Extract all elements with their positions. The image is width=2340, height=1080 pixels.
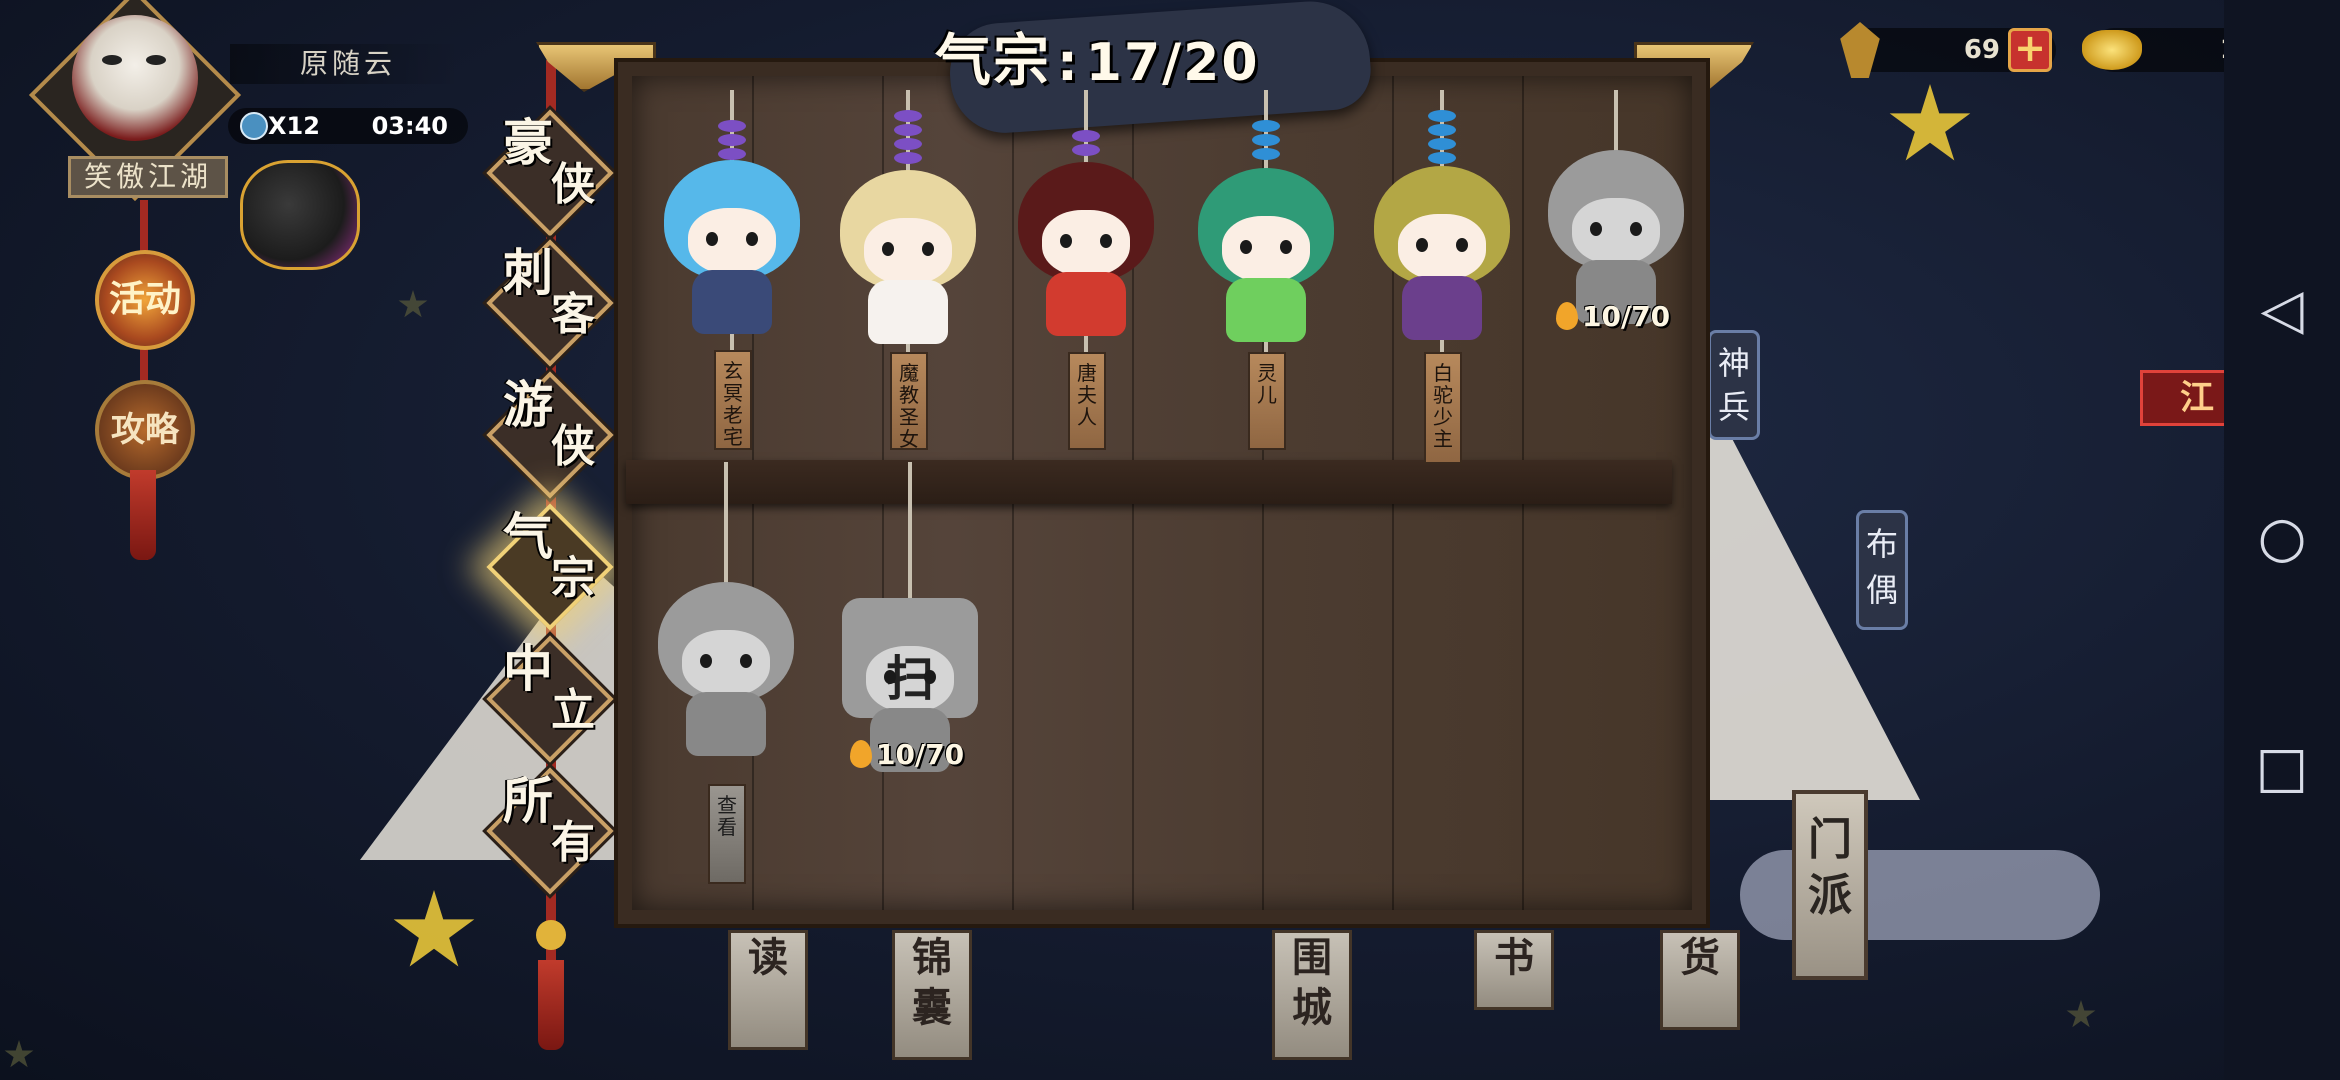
add-leaf-button[interactable]: +: [2008, 28, 2052, 72]
figure-doll-locked[interactable]: [646, 582, 806, 762]
map-sign-shenbing[interactable]: 神兵: [1708, 330, 1760, 440]
background-star: [4, 1040, 34, 1068]
player-name: 原随云: [230, 44, 460, 84]
background-star: [393, 890, 475, 967]
leaf-count: 69: [1963, 35, 2000, 65]
figure-shard-cost: 10/70: [850, 738, 1000, 772]
tab-label: 所有: [503, 772, 595, 868]
tab-label: 中立: [503, 640, 595, 736]
figure-doll[interactable]: [1362, 166, 1522, 346]
tab-label: 游侠: [503, 376, 595, 472]
figure-name-tag: 白驼少主: [1424, 352, 1462, 464]
bottom-map-sign[interactable]: 货: [1660, 930, 1740, 1030]
map-sign-shenbing-label: 神兵: [1717, 344, 1750, 426]
view-tag-button[interactable]: 查看: [708, 784, 746, 884]
figure-shard-cost: 10/70: [1556, 300, 1706, 334]
side-menu-tassel: [130, 470, 156, 560]
figure-doll[interactable]: [828, 170, 988, 350]
figure-name-tag: 灵儿: [1248, 352, 1286, 450]
background-star: [2066, 1000, 2096, 1028]
tab-label: 刺客: [503, 244, 595, 340]
map-sign-buou-label: 布偶: [1865, 525, 1898, 609]
figure-slot-locked[interactable]: 扫 10/70: [820, 462, 1000, 782]
tab-label: 豪侠: [503, 114, 595, 210]
recents-icon[interactable]: □: [2242, 738, 2322, 798]
tab-zhongli[interactable]: 中立: [485, 634, 615, 764]
map-sign-buou[interactable]: 布偶: [1856, 510, 1908, 630]
collection-category: 气宗: [935, 29, 1051, 94]
figure-slot[interactable]: 唐夫人: [996, 90, 1176, 470]
bead-string: [1252, 120, 1280, 162]
bottom-map-sign-label: 锦囊: [912, 935, 952, 1031]
figure-name-tag: 唐夫人: [1068, 352, 1106, 450]
player-title-plate: 笑傲江湖: [68, 156, 228, 198]
bottom-map-sign-label: 书: [1494, 935, 1534, 981]
tab-suoyou[interactable]: 所有: [485, 766, 615, 896]
bead-string: [894, 110, 922, 166]
sweep-sign: 扫: [866, 646, 954, 712]
background-star: [398, 290, 428, 318]
collection-progress: 17/20: [1085, 33, 1260, 93]
figure-doll[interactable]: [1186, 168, 1346, 348]
figure-slot[interactable]: 玄冥老宅: [642, 90, 822, 470]
bottom-map-sign[interactable]: 锦囊: [892, 930, 972, 1060]
figure-doll[interactable]: [652, 160, 812, 340]
bead-string: [718, 120, 746, 162]
bottom-map-sign[interactable]: 围城: [1272, 930, 1352, 1060]
stamina-timer: 03:40: [371, 112, 448, 140]
figure-slot[interactable]: 白驼少主: [1352, 90, 1532, 470]
back-icon[interactable]: ◁: [2242, 280, 2322, 340]
background-star: [1889, 84, 1971, 161]
tab-rope-tassel: [538, 960, 564, 1050]
tab-rope-knot: [536, 920, 566, 950]
tab-cike[interactable]: 刺客: [485, 238, 615, 368]
tab-qizong[interactable]: 气宗: [485, 502, 615, 632]
avatar[interactable]: [72, 15, 198, 141]
figure-name-tag: 魔教圣女: [890, 352, 928, 450]
tab-haoxia[interactable]: 豪侠: [485, 108, 615, 238]
bottom-map-sign[interactable]: 书: [1474, 930, 1554, 1010]
gold-ingot-icon: [2082, 30, 2142, 70]
guide-button[interactable]: 攻略: [95, 380, 195, 480]
figure-slot-locked[interactable]: 查看: [636, 462, 816, 892]
bottom-map-sign-label: 货: [1680, 935, 1720, 981]
event-button[interactable]: 活动: [95, 250, 195, 350]
bottom-map-sign[interactable]: 读: [728, 930, 808, 1050]
figure-slot[interactable]: 魔教圣女: [818, 90, 998, 470]
tab-youxia[interactable]: 游侠: [485, 370, 615, 500]
home-icon[interactable]: ○: [2242, 508, 2322, 568]
bead-string: [1072, 130, 1100, 158]
figure-doll[interactable]: [1006, 162, 1166, 342]
figure-slot[interactable]: 灵儿: [1176, 90, 1356, 470]
figure-name-tag: 玄冥老宅: [714, 350, 752, 450]
flame-icon: [1556, 302, 1578, 330]
promo-character-icon[interactable]: [240, 160, 360, 270]
figure-slot-locked[interactable]: 10/70: [1526, 90, 1706, 350]
bead-string: [1428, 110, 1456, 166]
bottom-map-sign-label: 围城: [1292, 935, 1332, 1031]
bottom-map-sign-label: 读: [748, 935, 788, 981]
collection-colon: :: [1057, 33, 1080, 93]
potion-icon: [240, 112, 268, 140]
stamina-multiplier: X12: [268, 112, 320, 140]
menpai-sign[interactable]: 门派: [1792, 790, 1868, 980]
flame-icon: [850, 740, 872, 768]
tab-label: 气宗: [503, 508, 595, 604]
